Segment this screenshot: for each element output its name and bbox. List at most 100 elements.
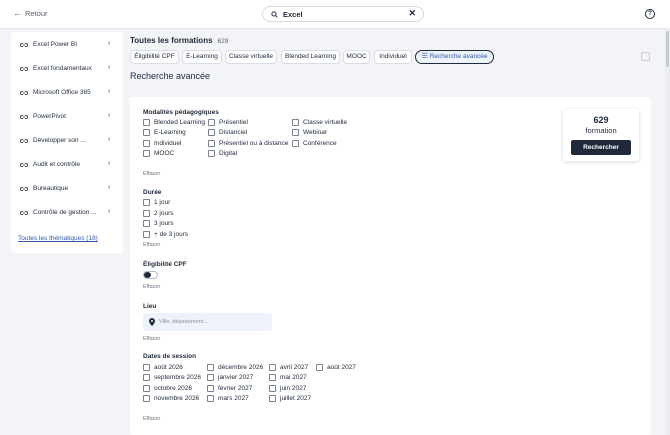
back-button[interactable]: ← Retour (13, 9, 48, 19)
clear-dates-button[interactable]: Effacer (143, 416, 160, 422)
sidebar-item-bureautique[interactable]: Bureautique › (11, 177, 123, 201)
checkbox-blended-learning[interactable]: Blended Learning (143, 119, 205, 126)
checkbox[interactable] (208, 119, 215, 126)
sidebar-item-office-365[interactable]: Microsoft Office 365 › (11, 81, 123, 105)
checkbox-digital[interactable]: Digital (208, 150, 237, 157)
sidebar-item-controle-gestion[interactable]: Contrôle de gestion ... › (11, 201, 123, 225)
chips-more-icon[interactable] (641, 52, 650, 61)
checkbox-aout-2026[interactable]: août 2026 (143, 364, 183, 371)
checkbox[interactable] (143, 231, 150, 238)
chip-classe-virtuelle[interactable]: Classe virtuelle (225, 50, 277, 64)
checkbox[interactable] (208, 140, 215, 147)
search-button[interactable]: Rechercher (571, 140, 631, 155)
checkbox-1-jour[interactable]: 1 jour (143, 199, 170, 206)
checkbox[interactable] (269, 364, 276, 371)
cpf-toggle[interactable] (143, 271, 158, 279)
checkbox[interactable] (207, 364, 214, 371)
checkbox-fevrier-2027[interactable]: février 2027 (207, 385, 252, 392)
chip-mooc[interactable]: MOOC (343, 50, 370, 64)
checkbox[interactable] (143, 129, 150, 136)
search-input[interactable]: Excel ✕ (262, 6, 424, 22)
checkbox[interactable] (208, 129, 215, 136)
checkbox[interactable] (316, 364, 323, 371)
help-icon[interactable]: ? (645, 9, 655, 19)
checkbox[interactable] (292, 129, 299, 136)
checkbox-distanciel[interactable]: Distanciel (208, 129, 247, 136)
chip-elearning[interactable]: E-Learning (182, 50, 222, 64)
clear-search-icon[interactable]: ✕ (408, 8, 416, 19)
sidebar-item-excel-fondamentaux[interactable]: Excel fondamentaux › (11, 57, 123, 81)
chip-blended-learning[interactable]: Blended Learning (281, 50, 340, 64)
clear-lieu-button[interactable]: Effacer (143, 336, 160, 342)
sidebar-item-powerpivot[interactable]: PowerPivot › (11, 105, 123, 129)
checkbox-3-jours[interactable]: 3 jours (143, 220, 174, 227)
checkbox-decembre-2026[interactable]: décembre 2026 (207, 364, 263, 371)
checkbox-presentiel-distance[interactable]: Présentiel ou à distance (208, 140, 288, 147)
checkbox-presentiel[interactable]: Présentiel (208, 119, 248, 126)
checkbox-octobre-2026[interactable]: octobre 2026 (143, 385, 192, 392)
checkbox[interactable] (269, 395, 276, 402)
checkbox[interactable] (269, 385, 276, 392)
checkbox[interactable] (292, 140, 299, 147)
sidebar: Excel Power BI › Excel fondamentaux › Mi… (11, 32, 123, 253)
advanced-search-panel: Modalités pédagogiques Blended Learning … (130, 97, 651, 435)
checkbox[interactable] (269, 374, 276, 381)
checkbox[interactable] (143, 150, 150, 157)
checkbox[interactable] (143, 140, 150, 147)
checkbox[interactable] (143, 119, 150, 126)
sidebar-item-audit[interactable]: Audit et contrôle › (11, 153, 123, 177)
checkbox[interactable] (143, 374, 150, 381)
checkbox-webinar[interactable]: Webinar (292, 129, 327, 136)
checkbox[interactable] (207, 385, 214, 392)
checkbox-mooc[interactable]: MOOC (143, 150, 174, 157)
all-themes-link[interactable]: Toutes les thématiques (18) (18, 235, 98, 242)
checkbox[interactable] (207, 374, 214, 381)
checkbox-individuel[interactable]: Individuel (143, 140, 181, 147)
clear-cpf-button[interactable]: Effacer (143, 284, 160, 290)
clear-duree-button[interactable]: Effacer (143, 242, 160, 248)
option-label: août 2027 (327, 364, 356, 371)
link-icon (20, 163, 28, 167)
checkbox-classe-virtuelle[interactable]: Classe virtuelle (292, 119, 347, 126)
checkbox-janvier-2027[interactable]: janvier 2027 (207, 374, 253, 381)
chip-cpf[interactable]: Éligibilité CPF (130, 50, 179, 64)
checkbox-conference[interactable]: Conférence (292, 140, 337, 147)
checkbox[interactable] (143, 395, 150, 402)
checkbox[interactable] (207, 395, 214, 402)
checkbox[interactable] (208, 150, 215, 157)
option-label: février 2027 (218, 385, 253, 392)
checkbox-avril-2027[interactable]: avril 2027 (269, 364, 308, 371)
checkbox[interactable] (143, 220, 150, 227)
checkbox[interactable] (143, 364, 150, 371)
checkbox[interactable] (292, 119, 299, 126)
checkbox-juin-2027[interactable]: juin 2027 (269, 385, 306, 392)
checkbox-novembre-2026[interactable]: novembre 2026 (143, 395, 199, 402)
checkbox[interactable] (143, 210, 150, 217)
option-label: novembre 2026 (154, 395, 200, 402)
checkbox[interactable] (143, 199, 150, 206)
checkbox-aout-2027[interactable]: août 2027 (316, 364, 356, 371)
chip-individuel[interactable]: Individuel (374, 50, 412, 64)
checkbox-mai-2027[interactable]: mai 2027 (269, 374, 307, 381)
results-heading: Toutes les formations 629 (130, 36, 228, 45)
checkbox-2-jours[interactable]: 2 jours (143, 210, 174, 217)
checkbox-mars-2027[interactable]: mars 2027 (207, 395, 249, 402)
results-card: 629 formation Rechercher (563, 109, 639, 161)
location-input[interactable] (159, 315, 267, 329)
clear-modalites-button[interactable]: Effacer (143, 171, 160, 177)
scrollbar-thumb[interactable] (666, 31, 669, 67)
sidebar-item-excel-power-bi[interactable]: Excel Power BI › (11, 33, 123, 57)
option-label: mai 2027 (280, 374, 307, 381)
checkbox-juillet-2027[interactable]: juillet 2027 (269, 395, 311, 402)
location-field[interactable] (143, 313, 272, 331)
checkbox[interactable] (143, 385, 150, 392)
page-scrollbar[interactable] (665, 29, 670, 435)
sidebar-item-developper[interactable]: Développer son ... › (11, 129, 123, 153)
results-label: formation (585, 126, 617, 135)
option-label: Individuel (154, 140, 182, 147)
chip-recherche-avancee[interactable]: ☰ Recherche avancée (415, 50, 494, 64)
checkbox-elearning[interactable]: E-Learning (143, 129, 186, 136)
checkbox-septembre-2026[interactable]: septembre 2026 (143, 374, 201, 381)
checkbox-plus-3-jours[interactable]: + de 3 jours (143, 231, 188, 238)
link-icon (20, 187, 28, 191)
